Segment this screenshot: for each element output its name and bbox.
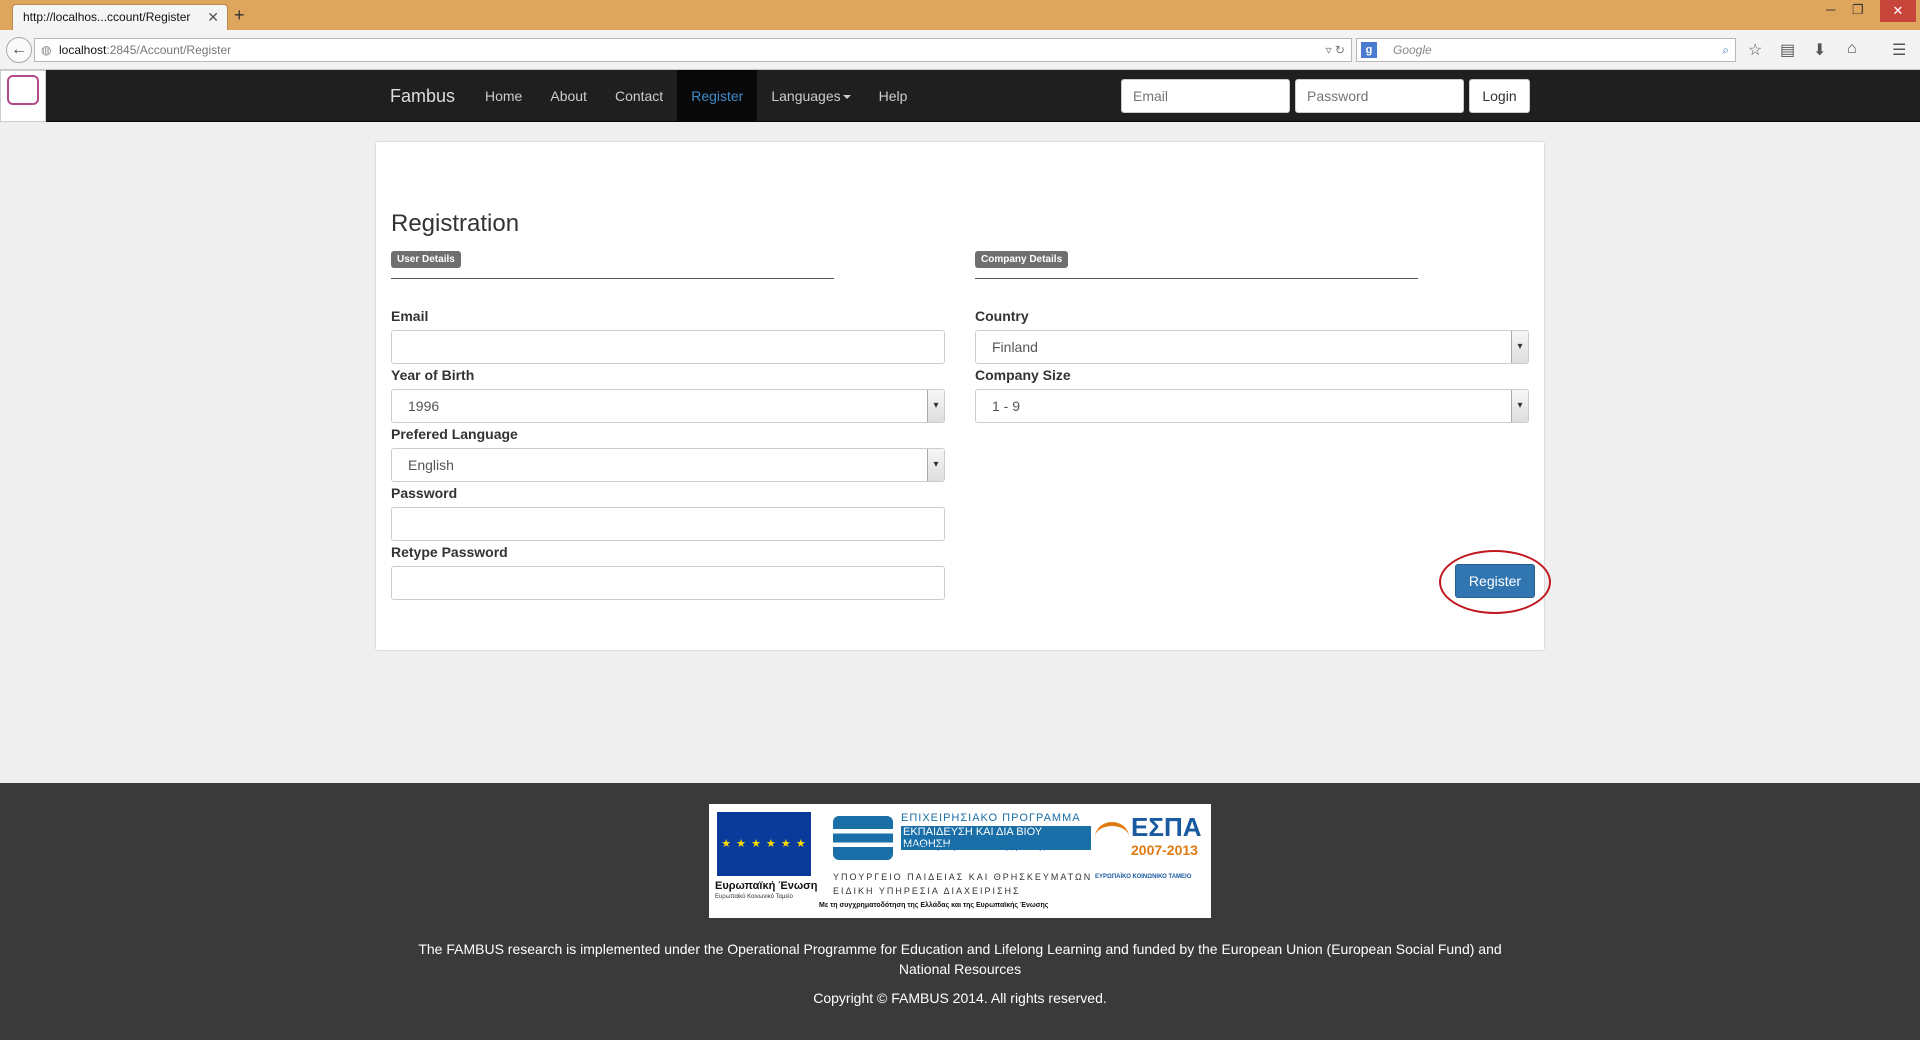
footer: ★ ★ ★ ★ ★ ★ Ευρωπαϊκή Ένωση Ευρωπαϊκό Κο…	[0, 783, 1920, 1040]
browser-titlebar: http://localhos...ccount/Register ✕ + ─ …	[0, 0, 1920, 30]
copyright: Copyright © FAMBUS 2014. All rights rese…	[813, 990, 1107, 1006]
google-icon[interactable]: g	[1361, 42, 1377, 58]
new-tab-button[interactable]: +	[234, 4, 245, 26]
year-of-birth-value: 1996	[408, 398, 440, 414]
espa-swoosh-icon	[1095, 822, 1129, 852]
nav-home[interactable]: Home	[471, 70, 536, 122]
window-close-icon[interactable]: ✕	[1880, 0, 1916, 22]
company-details-badge: Company Details	[975, 251, 1069, 268]
preferred-language-select[interactable]: English ▾	[391, 448, 945, 482]
logo-mark	[7, 75, 39, 105]
nav-languages-label: Languages	[771, 88, 841, 104]
brand-link[interactable]: Fambus	[390, 70, 455, 122]
browser-toolbar: ← ◍ localhost:2845/Account/Register ▿ ↻ …	[0, 30, 1920, 70]
espa-years: 2007-2013	[1131, 842, 1198, 858]
op-line-3: επένδυση στην κοινωνία της γνώσης	[901, 841, 1047, 851]
chevron-down-icon[interactable]: ▾	[1511, 331, 1528, 363]
eu-sub-label: Ευρωπαϊκό Κοινωνικό Ταμείο	[715, 894, 793, 900]
company-size-value: 1 - 9	[992, 398, 1021, 414]
app-navbar: Fambus Home About Contact Register Langu…	[0, 70, 1920, 122]
eu-flag-icon: ★ ★ ★ ★ ★ ★	[717, 812, 811, 876]
chevron-down-icon[interactable]: ▾	[1511, 390, 1528, 422]
url-host: localhost	[59, 43, 107, 57]
chevron-down-icon[interactable]: ▾	[927, 449, 944, 481]
page-title: Registration	[391, 210, 520, 237]
funding-statement: The FAMBUS research is implemented under…	[418, 941, 1502, 977]
register-button[interactable]: Register	[1455, 564, 1535, 598]
nav-contact[interactable]: Contact	[601, 70, 677, 122]
user-details-badge: User Details	[391, 251, 461, 268]
espa-title: ΕΣΠΑ	[1131, 812, 1202, 842]
menu-icon[interactable]: ☰	[1892, 40, 1906, 60]
nav-register[interactable]: Register	[677, 70, 758, 122]
tab-title: http://localhos...ccount/Register	[23, 10, 191, 24]
user-section-divider	[391, 278, 834, 279]
fambus-logo[interactable]	[0, 70, 46, 122]
company-section-divider	[975, 278, 1418, 279]
cofunding-text: Με τη συγχρηματοδότηση της Ελλάδας και τ…	[819, 902, 1049, 909]
nav-about[interactable]: About	[536, 70, 601, 122]
book-icon	[833, 816, 893, 860]
nav-help[interactable]: Help	[865, 70, 922, 122]
email-label: Email	[391, 308, 429, 324]
op-line-4: ΥΠΟΥΡΓΕΙΟ ΠΑΙΔΕΙΑΣ ΚΑΙ ΘΡΗΣΚΕΥΜΑΤΩΝ	[833, 872, 1093, 882]
back-arrow-icon[interactable]: ←	[6, 37, 32, 63]
retype-password-field[interactable]	[391, 566, 945, 600]
country-value: Finland	[992, 339, 1038, 355]
op-line-5: ΕΙΔΙΚΗ ΥΠΗΡΕΣΙΑ ΔΙΑΧΕΙΡΙΣΗΣ	[833, 886, 1021, 896]
bookmark-star-icon[interactable]: ☆	[1748, 40, 1762, 60]
preferred-language-value: English	[408, 457, 454, 473]
registration-panel: Registration User Details Company Detail…	[375, 141, 1551, 651]
address-bar[interactable]: ◍ localhost:2845/Account/Register ▿ ↻	[34, 38, 1352, 62]
retype-password-label: Retype Password	[391, 544, 508, 560]
nav-links: Home About Contact Register Languages He…	[471, 70, 921, 122]
eu-label: Ευρωπαϊκή Ένωση	[715, 880, 818, 892]
login-email-input[interactable]	[1121, 79, 1290, 113]
bookmarks-list-icon[interactable]: ▤	[1780, 40, 1795, 60]
country-select[interactable]: Finland ▾	[975, 330, 1529, 364]
reload-icon[interactable]: ▿ ↻	[1326, 39, 1345, 61]
nav-languages[interactable]: Languages	[757, 70, 864, 122]
operational-programme-logo: ΕΠΙΧΕΙΡΗΣΙΑΚΟ ΠΡΟΓΡΑΜΜΑ ΕΚΠΑΙΔΕΥΣΗ ΚΑΙ Δ…	[833, 812, 1093, 902]
email-field[interactable]	[391, 330, 945, 364]
search-icon[interactable]: ⌕	[1722, 39, 1729, 61]
company-size-label: Company Size	[975, 367, 1071, 383]
password-field[interactable]	[391, 507, 945, 541]
home-icon[interactable]: ⌂	[1847, 40, 1857, 58]
year-of-birth-label: Year of Birth	[391, 367, 475, 383]
password-label: Password	[391, 485, 458, 501]
eu-stars: ★ ★ ★ ★ ★ ★	[721, 838, 807, 850]
login-password-input[interactable]	[1295, 79, 1464, 113]
preferred-language-label: Prefered Language	[391, 426, 518, 442]
chevron-down-icon[interactable]: ▾	[927, 390, 944, 422]
caret-down-icon	[842, 95, 851, 100]
login-button[interactable]: Login	[1469, 79, 1530, 113]
globe-icon: ◍	[41, 43, 52, 57]
company-size-select[interactable]: 1 - 9 ▾	[975, 389, 1529, 423]
year-of-birth-select[interactable]: 1996 ▾	[391, 389, 945, 423]
restore-icon[interactable]: ❐	[1852, 2, 1864, 18]
espa-sub-label: ΕΥΡΩΠΑΪΚΟ ΚΟΙΝΩΝΙΚΟ ΤΑΜΕΙΟ	[1095, 874, 1192, 880]
browser-tab[interactable]: http://localhos...ccount/Register ✕	[12, 4, 228, 30]
search-bar[interactable]: g Google ⌕	[1356, 38, 1736, 62]
download-icon[interactable]: ⬇	[1813, 40, 1826, 60]
funding-logos-banner: ★ ★ ★ ★ ★ ★ Ευρωπαϊκή Ένωση Ευρωπαϊκό Κο…	[709, 804, 1211, 918]
country-label: Country	[975, 308, 1029, 324]
minimize-icon[interactable]: ─	[1826, 2, 1835, 17]
url-path: :2845/Account/Register	[106, 43, 232, 57]
search-placeholder: Google	[1393, 43, 1432, 57]
op-line-1: ΕΠΙΧΕΙΡΗΣΙΑΚΟ ΠΡΟΓΡΑΜΜΑ	[901, 812, 1081, 824]
espa-logo: ΕΣΠΑ 2007-2013 ΕΥΡΩΠΑΪΚΟ ΚΟΙΝΩΝΙΚΟ ΤΑΜΕΙ…	[1095, 812, 1205, 892]
close-icon[interactable]: ✕	[207, 5, 219, 29]
